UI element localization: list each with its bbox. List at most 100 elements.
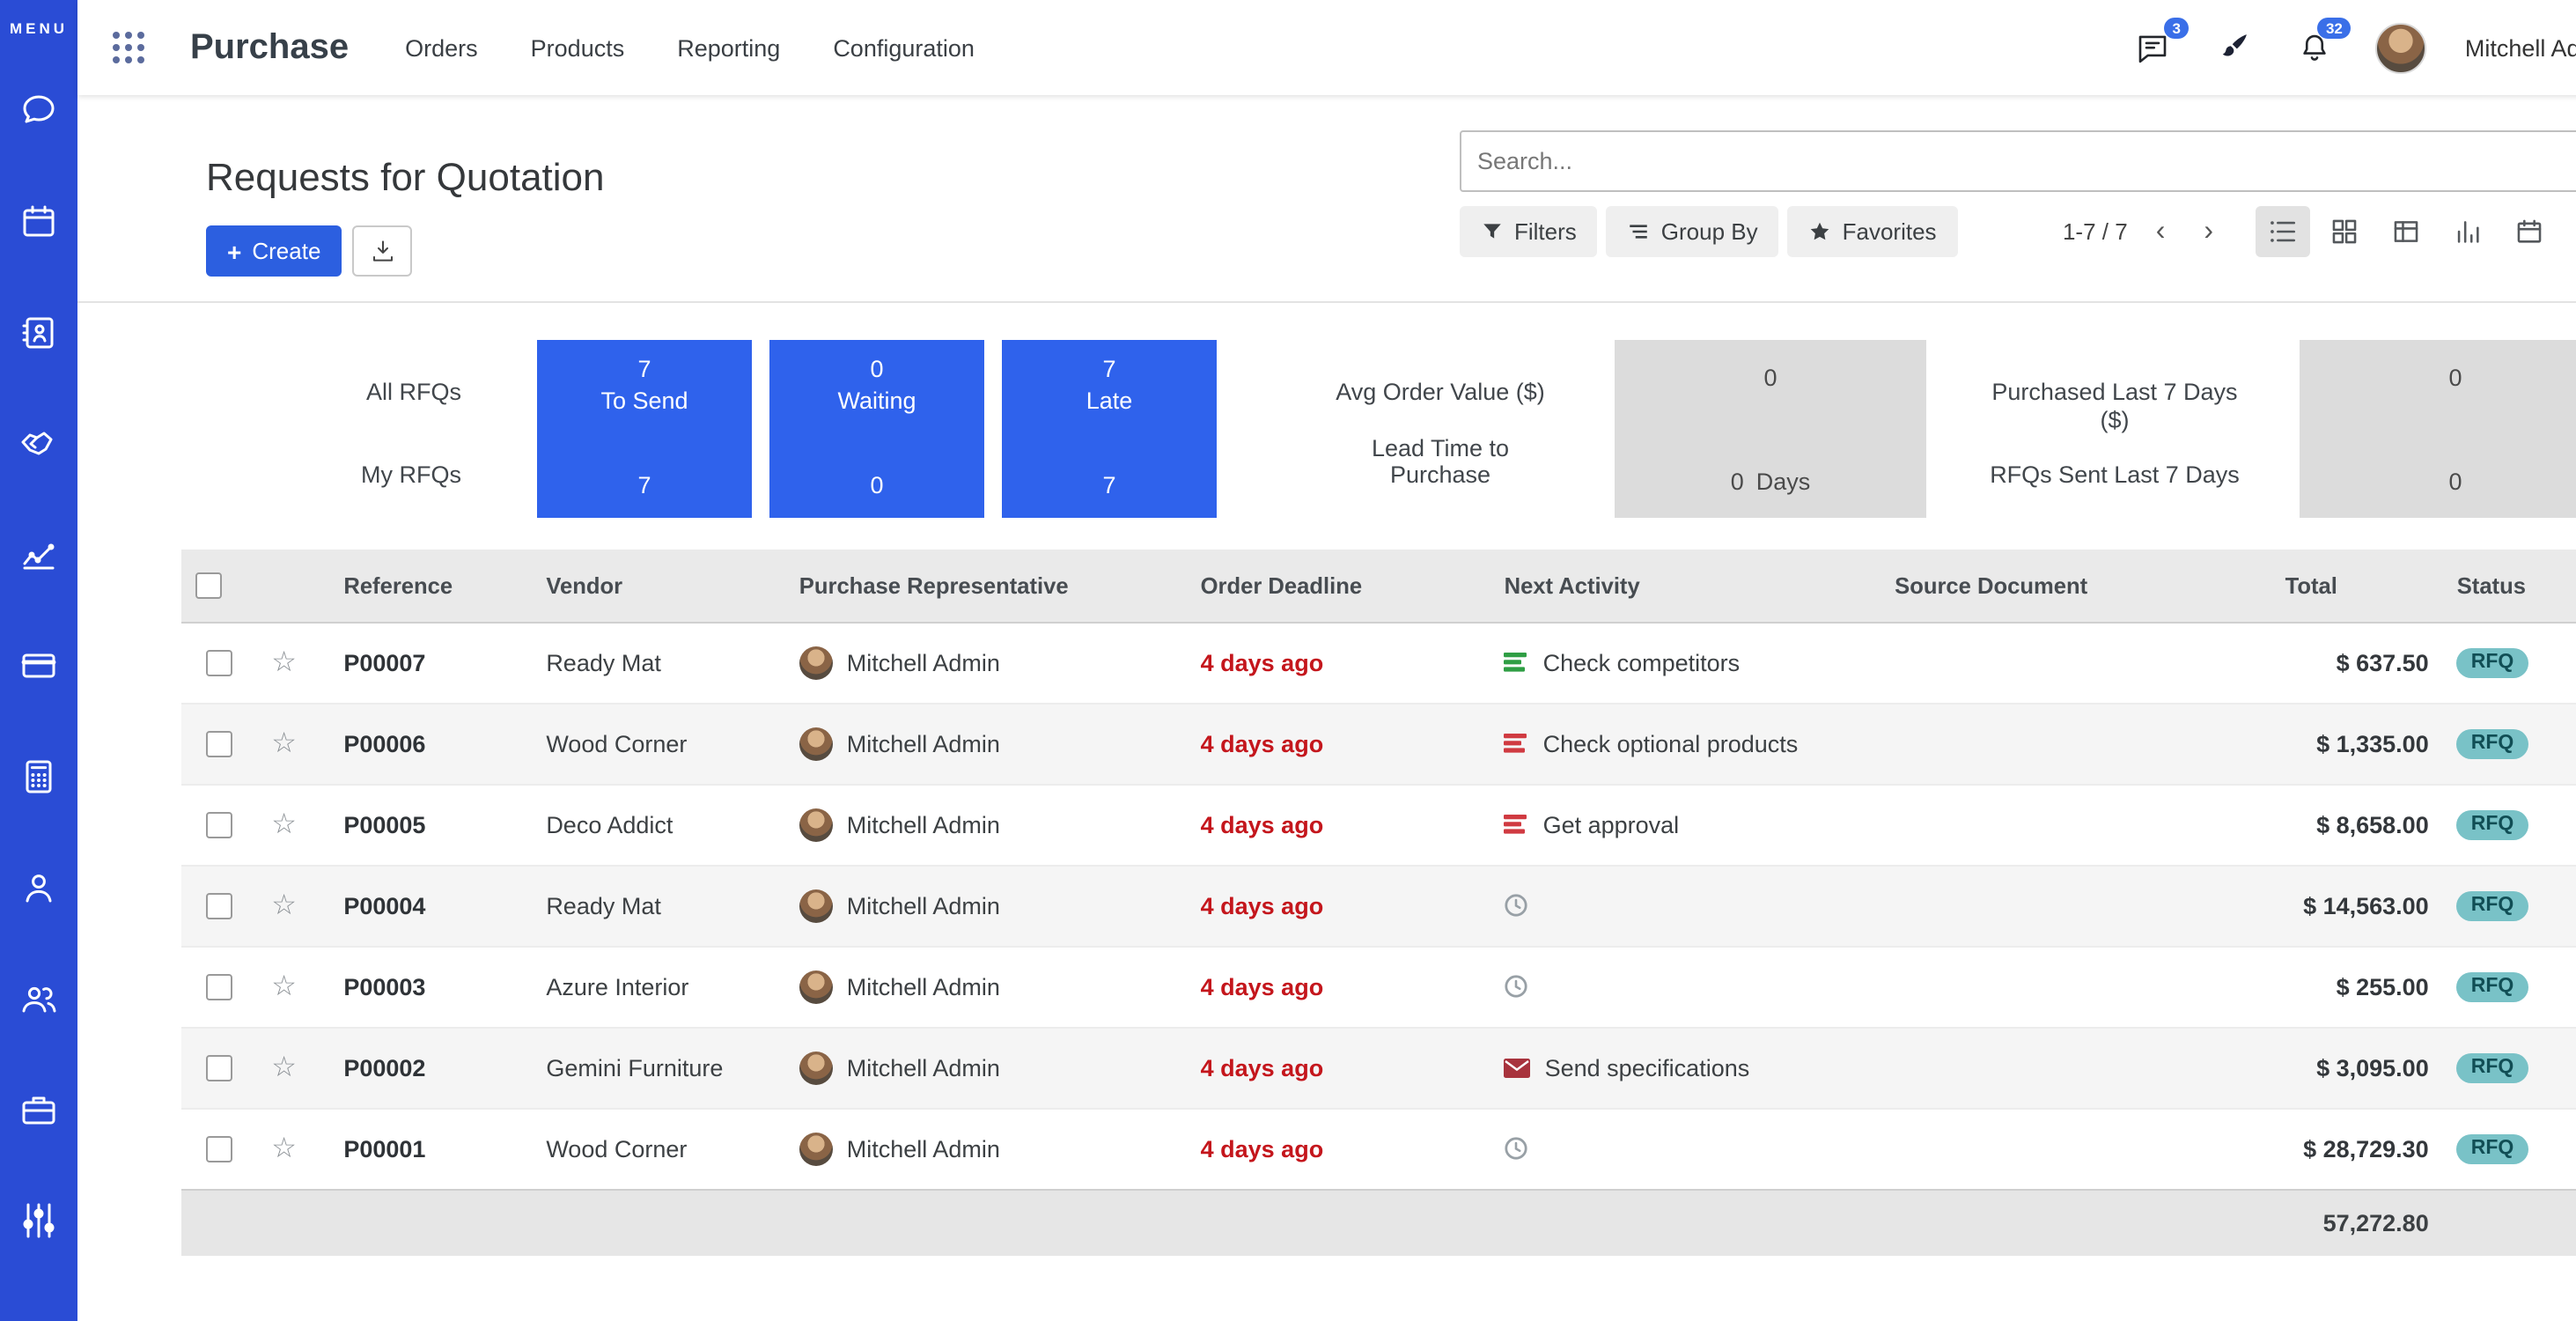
menu-orders[interactable]: Orders bbox=[405, 34, 478, 61]
create-button[interactable]: + Create bbox=[206, 225, 342, 277]
table-row[interactable]: ☆ P00002 Gemini Furniture Mitchell Admin… bbox=[181, 1027, 2576, 1108]
table-row[interactable]: ☆ P00005 Deco Addict Mitchell Admin 4 da… bbox=[181, 784, 2576, 865]
rfqs-sent-last-7-days-value: 0 bbox=[2448, 469, 2462, 495]
column-vendor[interactable]: Vendor bbox=[532, 550, 784, 622]
favorite-star-icon[interactable]: ☆ bbox=[271, 972, 297, 1002]
row-checkbox[interactable] bbox=[206, 650, 232, 676]
tile-to-send[interactable]: 7 To Send 7 bbox=[537, 340, 752, 518]
sidebar-item-sales[interactable] bbox=[16, 532, 62, 578]
sidebar-item-crm[interactable] bbox=[16, 421, 62, 467]
column-status[interactable]: Status bbox=[2443, 550, 2563, 622]
row-checkbox[interactable] bbox=[206, 812, 232, 838]
graph-view-icon[interactable] bbox=[2440, 206, 2495, 257]
table-row[interactable]: ☆ P00004 Ready Mat Mitchell Admin 4 days… bbox=[181, 865, 2576, 946]
column-source-document[interactable]: Source Document bbox=[1880, 550, 2271, 622]
activity-view-icon[interactable] bbox=[2564, 206, 2576, 257]
representative-avatar bbox=[799, 889, 833, 922]
row-checkbox[interactable] bbox=[206, 731, 232, 757]
sidebar-item-settings[interactable] bbox=[16, 1198, 62, 1244]
column-next-activity[interactable]: Next Activity bbox=[1490, 550, 1881, 622]
favorite-star-icon[interactable]: ☆ bbox=[271, 648, 297, 678]
lead-time-label: Lead Time to Purchase bbox=[1319, 435, 1562, 490]
sidebar-item-discuss[interactable] bbox=[16, 88, 62, 134]
favorite-star-icon[interactable]: ☆ bbox=[271, 729, 297, 759]
user-name[interactable]: Mitchell Admin bbox=[2465, 34, 2576, 61]
menu-configuration[interactable]: Configuration bbox=[833, 34, 975, 61]
row-checkbox[interactable] bbox=[206, 974, 232, 1000]
green-activity-icon[interactable] bbox=[1505, 652, 1529, 673]
total-amount: $ 3,095.00 bbox=[2316, 1054, 2429, 1081]
calendar-icon bbox=[18, 201, 60, 243]
row-checkbox[interactable] bbox=[206, 1136, 232, 1162]
favorite-star-icon[interactable]: ☆ bbox=[271, 891, 297, 921]
paintbrush-icon[interactable] bbox=[2213, 26, 2256, 69]
red-activity-icon[interactable] bbox=[1505, 733, 1529, 754]
sidebar-item-purchase[interactable] bbox=[16, 1087, 62, 1133]
sidebar-item-members[interactable] bbox=[16, 976, 62, 1022]
calendar-view-icon[interactable] bbox=[2502, 206, 2557, 257]
table-footer-row: 57,272.80 bbox=[181, 1189, 2576, 1256]
menu-products[interactable]: Products bbox=[531, 34, 625, 61]
sidebar-item-employees[interactable] bbox=[16, 865, 62, 911]
favorites-button[interactable]: Favorites bbox=[1788, 206, 1958, 257]
pivot-view-icon[interactable] bbox=[2379, 206, 2433, 257]
table-row[interactable]: ☆ P00006 Wood Corner Mitchell Admin 4 da… bbox=[181, 703, 2576, 784]
envelope-activity-icon[interactable] bbox=[1505, 1058, 1531, 1077]
bell-icon[interactable]: 32 bbox=[2294, 26, 2337, 69]
favorite-star-icon[interactable]: ☆ bbox=[271, 810, 297, 840]
table-row[interactable]: ☆ P00007 Ready Mat Mitchell Admin 4 days… bbox=[181, 622, 2576, 703]
page-title: Requests for Quotation bbox=[206, 155, 1460, 201]
clock-activity-icon[interactable] bbox=[1505, 1136, 1529, 1161]
group-by-button[interactable]: Group By bbox=[1607, 206, 1779, 257]
export-button[interactable] bbox=[352, 225, 412, 277]
list-view-icon[interactable] bbox=[2256, 206, 2310, 257]
column-reference[interactable]: Reference bbox=[329, 550, 532, 622]
pager-next-button[interactable]: › bbox=[2193, 212, 2224, 251]
all-rfqs-label[interactable]: All RFQs bbox=[206, 379, 461, 406]
column-order-deadline[interactable]: Order Deadline bbox=[1187, 550, 1490, 622]
search-input[interactable] bbox=[1460, 130, 2576, 192]
apps-grid-icon[interactable] bbox=[113, 32, 144, 63]
tile-avg-lead[interactable]: 0 0Days bbox=[1615, 340, 1926, 518]
row-checkbox[interactable] bbox=[206, 893, 232, 919]
my-rfqs-label[interactable]: My RFQs bbox=[206, 462, 461, 490]
row-checkbox[interactable] bbox=[206, 1055, 232, 1081]
app-name[interactable]: Purchase bbox=[190, 27, 349, 68]
kanban-view-icon[interactable] bbox=[2317, 206, 2372, 257]
column-purchase-representative[interactable]: Purchase Representative bbox=[785, 550, 1187, 622]
messages-icon[interactable]: 3 bbox=[2132, 26, 2175, 69]
total-amount: $ 637.50 bbox=[2337, 649, 2429, 675]
sidebar-item-calendar[interactable] bbox=[16, 199, 62, 245]
menu-label[interactable]: MENU bbox=[10, 19, 68, 37]
total-amount: $ 14,563.00 bbox=[2303, 892, 2429, 919]
sidebar-item-invoicing[interactable] bbox=[16, 643, 62, 689]
group-by-icon bbox=[1628, 220, 1651, 243]
red-activity-icon[interactable] bbox=[1505, 814, 1529, 835]
column-total[interactable]: Total bbox=[2271, 550, 2443, 622]
favorite-star-icon[interactable]: ☆ bbox=[271, 1134, 297, 1164]
user-avatar[interactable] bbox=[2375, 22, 2426, 73]
lead-time-value: 0Days bbox=[1731, 469, 1811, 495]
tile-late[interactable]: 7 Late 7 bbox=[1002, 340, 1217, 518]
clock-activity-icon[interactable] bbox=[1505, 893, 1529, 918]
representative-name: Mitchell Admin bbox=[847, 1054, 1000, 1081]
clock-activity-icon[interactable] bbox=[1505, 974, 1529, 999]
vendor: Wood Corner bbox=[546, 730, 687, 756]
tile-waiting[interactable]: 0 Waiting 0 bbox=[769, 340, 984, 518]
filters-button[interactable]: Filters bbox=[1460, 206, 1598, 257]
reference: P00005 bbox=[343, 811, 425, 838]
pager-previous-button[interactable]: ‹ bbox=[2145, 212, 2176, 251]
total-amount: $ 28,729.30 bbox=[2303, 1135, 2429, 1162]
calculator-icon bbox=[18, 756, 60, 798]
favorite-star-icon[interactable]: ☆ bbox=[271, 1053, 297, 1083]
tile-last-7-days[interactable]: 0 0 bbox=[2300, 340, 2576, 518]
menu-reporting[interactable]: Reporting bbox=[677, 34, 780, 61]
sidebar-item-contacts[interactable] bbox=[16, 310, 62, 356]
select-all-checkbox[interactable] bbox=[195, 573, 222, 600]
reference: P00002 bbox=[343, 1054, 425, 1081]
table-row[interactable]: ☆ P00003 Azure Interior Mitchell Admin 4… bbox=[181, 946, 2576, 1027]
table-row[interactable]: ☆ P00001 Wood Corner Mitchell Admin 4 da… bbox=[181, 1108, 2576, 1189]
representative-name: Mitchell Admin bbox=[847, 973, 1000, 1000]
sidebar-item-accounting[interactable] bbox=[16, 754, 62, 800]
next-activity-text: Check competitors bbox=[1543, 649, 1741, 675]
